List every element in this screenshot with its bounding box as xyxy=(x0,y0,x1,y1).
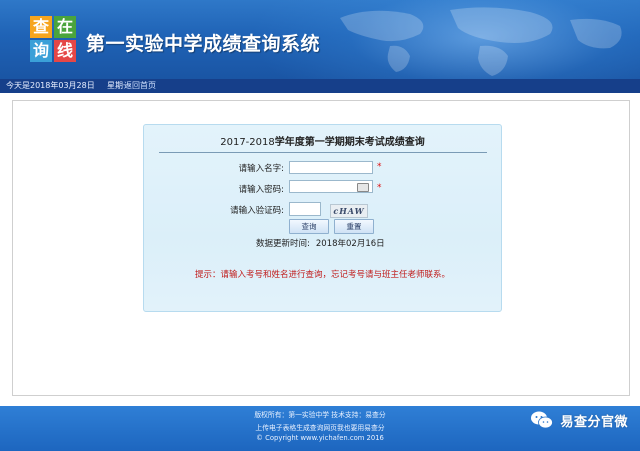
password-label: 请输入密码: xyxy=(238,185,284,195)
title-divider xyxy=(159,152,487,153)
captcha-label: 请输入验证码: xyxy=(230,206,284,216)
query-button[interactable]: 查询 xyxy=(289,219,329,234)
panel-title: 2017-2018学年度第一学期期末考试成绩查询 xyxy=(144,133,501,148)
wechat-icon xyxy=(531,411,554,429)
logo-char: 线 xyxy=(54,40,76,62)
main-content: 2017-2018学年度第一学期期末考试成绩查询 请输入名字: * 请输入密码:… xyxy=(12,100,630,396)
logo-char: 在 xyxy=(54,16,76,38)
site-title: 第一实验中学成绩查询系统 xyxy=(86,33,321,55)
watermark-text: 易查分官微 xyxy=(560,414,628,430)
reset-button[interactable]: 重置 xyxy=(334,219,374,234)
site-logo: 查 在 询 线 xyxy=(30,16,76,62)
logo-char: 询 xyxy=(30,40,52,62)
required-mark: * xyxy=(377,162,382,172)
panel-title-text: 学年度第一学期期末考试成绩查询 xyxy=(274,137,425,148)
current-date: 今天是2018年03月28日 xyxy=(6,81,95,90)
name-label: 请输入名字: xyxy=(238,164,284,174)
wechat-watermark: 易查分官微 xyxy=(530,409,628,431)
update-time-value: 2018年02月16日 xyxy=(315,239,385,249)
home-link[interactable]: 返回首页 xyxy=(124,79,156,93)
captcha-input[interactable] xyxy=(289,202,321,216)
required-mark: * xyxy=(377,183,382,193)
update-time-label: 数据更新时间: xyxy=(256,239,310,249)
name-input[interactable] xyxy=(289,161,373,174)
date-bar: 今天是2018年03月28日 星期一 返回首页 xyxy=(0,79,640,93)
keyboard-icon[interactable] xyxy=(357,183,369,192)
site-header: 查 在 询 线 第一实验中学成绩查询系统 xyxy=(0,0,640,79)
panel-title-year: 2017-2018 xyxy=(220,137,275,148)
logo-char: 查 xyxy=(30,16,52,38)
footer-copyright-url: © Copyright www.yichafen.com 2016 xyxy=(256,434,384,442)
password-input[interactable] xyxy=(289,180,373,193)
hint-text: 提示：请输入考号和姓名进行查询，忘记考号请与班主任老师联系。 xyxy=(194,270,450,280)
world-map-graphic xyxy=(340,7,622,76)
update-time: 数据更新时间: 2018年02月16日 xyxy=(256,237,385,249)
captcha-image[interactable]: cHAW xyxy=(330,204,368,218)
query-panel: 2017-2018学年度第一学期期末考试成绩查询 请输入名字: * 请输入密码:… xyxy=(143,124,502,312)
